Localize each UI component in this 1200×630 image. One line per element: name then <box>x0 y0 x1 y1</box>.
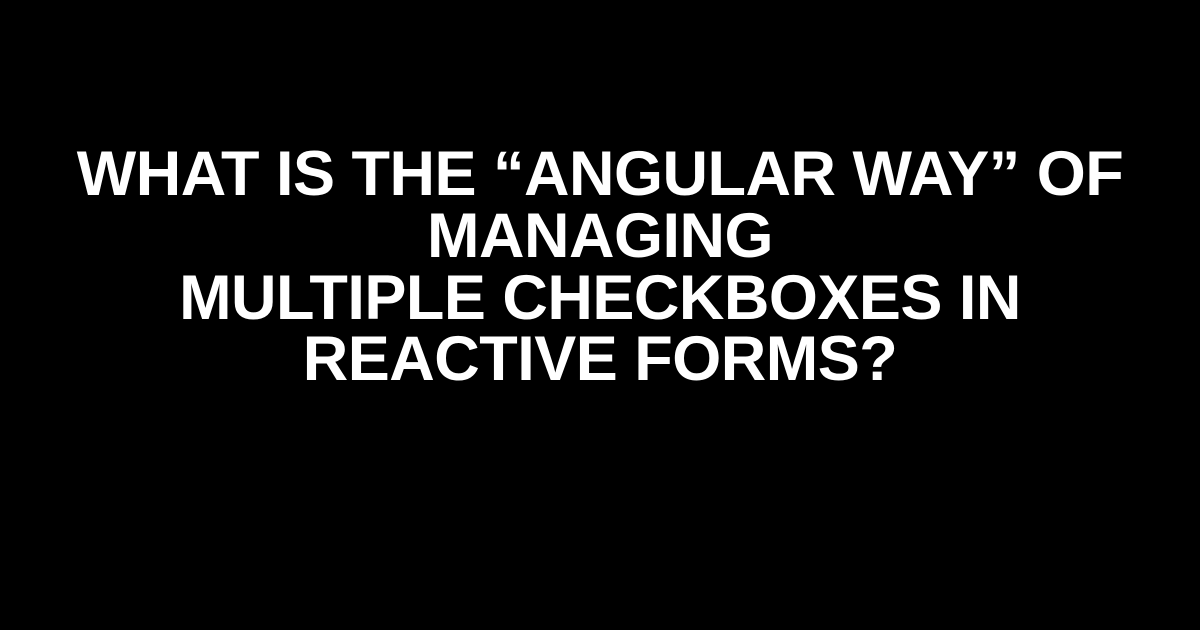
title-line-2: MULTIPLE CHECKBOXES IN REACTIVE FORMS? <box>179 263 1021 395</box>
page-title: WHAT IS THE “ANGULAR WAY” OF MANAGING MU… <box>40 144 1160 391</box>
text-container: WHAT IS THE “ANGULAR WAY” OF MANAGING MU… <box>0 144 1200 391</box>
title-line-1: WHAT IS THE “ANGULAR WAY” OF MANAGING <box>77 139 1123 271</box>
